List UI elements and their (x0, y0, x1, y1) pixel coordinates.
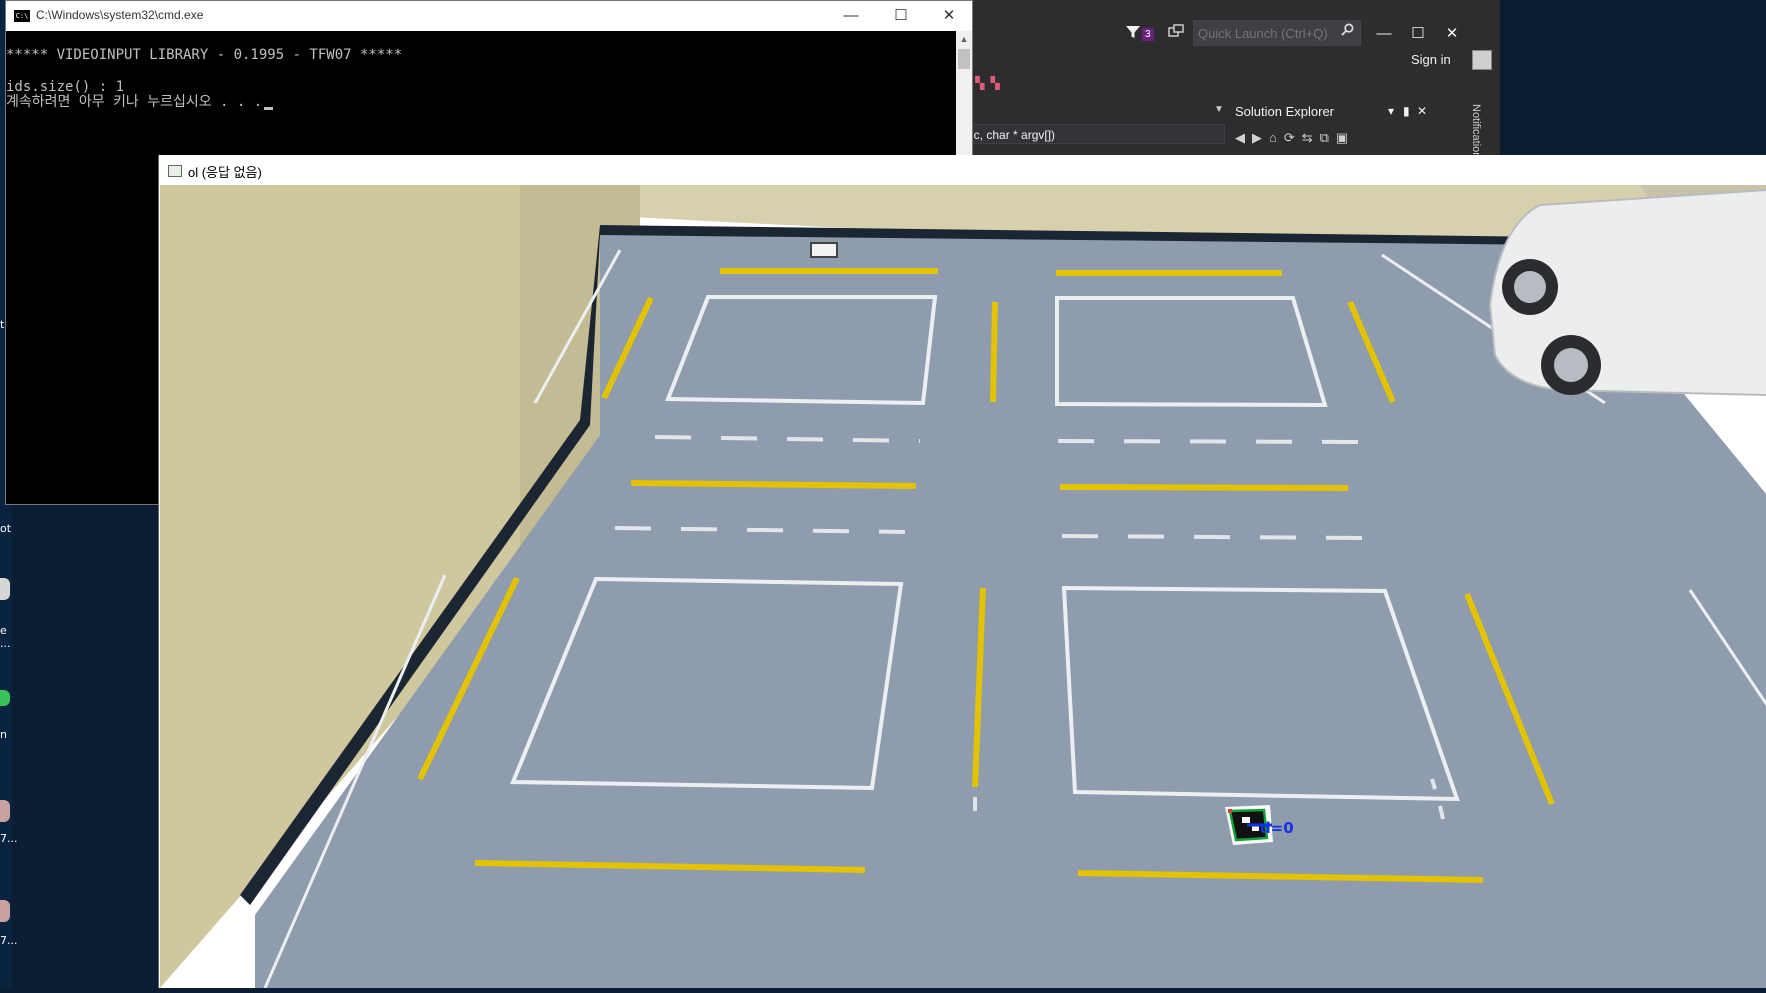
camera-window: ol (응답 없음) d=0 (158, 155, 1766, 989)
feedback-icon[interactable] (1168, 24, 1186, 40)
desktop-app-icon[interactable] (0, 800, 10, 822)
scrollbar-thumb[interactable] (958, 49, 970, 69)
cmd-title-bar[interactable]: C:\ C:\Windows\system32\cmd.exe — ☐ ✕ (6, 1, 972, 31)
camera-feed-view[interactable]: d=0 (160, 185, 1766, 989)
vs-title-bar: 3 — ☐ ✕ (960, 14, 1500, 50)
marker-corner (1228, 809, 1232, 813)
cmd-close-button[interactable]: ✕ (934, 5, 964, 27)
cmd-window-title: C:\Windows\system32\cmd.exe (36, 8, 204, 22)
chevron-down-icon[interactable]: ▾ (1388, 104, 1394, 118)
solution-explorer-toolbar[interactable]: ◀▶⌂⟳⇆⧉▣ (1235, 130, 1355, 146)
solution-explorer-panel: Solution Explorer ▾ ▮ ✕ ◀▶⌂⟳⇆⧉▣ (1235, 104, 1427, 160)
parking-lot-camera-image: d=0 (160, 185, 1766, 989)
desktop-app-icon[interactable] (0, 900, 10, 922)
camera-window-title: ol (응답 없음) (188, 165, 262, 180)
notification-count-badge: 3 (1142, 28, 1154, 41)
desktop-icon-label[interactable]: 7... (0, 832, 18, 845)
console-prompt-text: 계속하려면 아무 키나 누르십시오 . . . (6, 94, 263, 110)
cmd-maximize-button[interactable]: ☐ (886, 5, 916, 27)
quick-launch-input[interactable] (1198, 24, 1328, 42)
console-line: ***** VIDEOINPUT LIBRARY - 0.1995 - TFW0… (6, 47, 403, 63)
function-navigation-combo[interactable]: gc, char * argv[]) (960, 124, 1225, 144)
desktop-icon-label[interactable]: e ... (0, 624, 12, 650)
window-app-icon (168, 165, 182, 177)
marker-id-label: d=0 (1260, 819, 1294, 837)
desktop-app-icon[interactable] (0, 578, 10, 600)
sign-in-link[interactable]: Sign in (1411, 52, 1451, 67)
desktop-icon-label[interactable]: ot (0, 522, 12, 535)
close-icon[interactable]: ✕ (1417, 104, 1427, 118)
desktop-icon-label[interactable]: 7... (0, 934, 18, 947)
notifications-tab[interactable]: Notifications (1468, 104, 1482, 160)
scroll-up-arrow-icon[interactable]: ▲ (956, 31, 972, 47)
vs-close-button[interactable]: ✕ (1441, 24, 1463, 44)
camera-window-title-bar[interactable]: ol (응답 없음) (159, 155, 1766, 185)
search-icon[interactable] (1341, 23, 1354, 39)
user-avatar-icon[interactable] (1472, 50, 1492, 70)
visual-studio-window: 3 — ☐ ✕ Sign in ▚▚▚ ▼ gc, char * argv[])… (960, 0, 1500, 160)
console-line: 계속하려면 아무 키나 누르십시오 . . . (6, 94, 274, 110)
cmd-minimize-button[interactable]: — (836, 5, 866, 27)
quick-launch-box[interactable] (1193, 20, 1361, 46)
vs-maximize-button[interactable]: ☐ (1407, 24, 1429, 44)
marker-cell (1242, 817, 1250, 823)
aruco-marker-distant (810, 242, 838, 258)
pin-icon[interactable]: ▮ (1403, 104, 1410, 118)
solution-explorer-title: Solution Explorer (1235, 104, 1334, 119)
desktop-app-icon[interactable] (0, 690, 10, 706)
vs-minimize-button[interactable]: — (1373, 24, 1395, 44)
console-line: ids.size() : 1 (6, 79, 125, 95)
desktop-icon-label[interactable]: n (0, 728, 12, 741)
chevron-down-icon[interactable]: ▼ (1214, 104, 1224, 115)
cmd-icon: C:\ (14, 10, 30, 22)
text-cursor (264, 107, 274, 110)
toy-car (1488, 189, 1766, 396)
